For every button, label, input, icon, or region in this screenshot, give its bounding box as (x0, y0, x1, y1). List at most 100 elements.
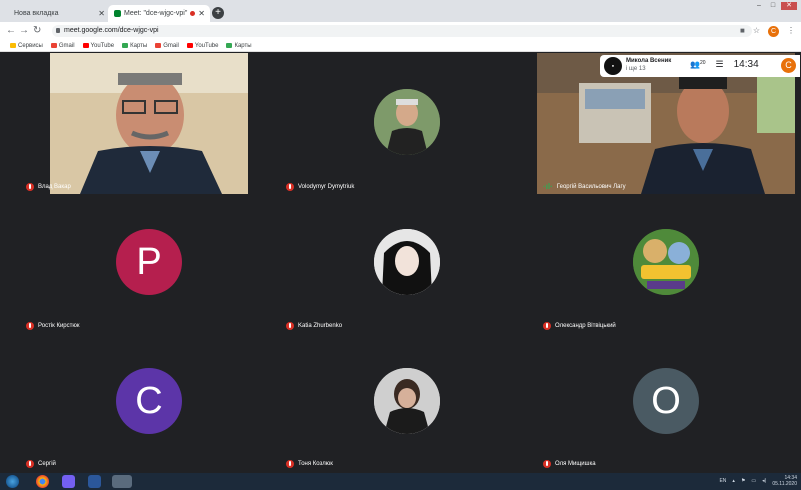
bookmark-label: YouTube (90, 42, 115, 49)
participant-tile[interactable]: Тоня Козлюк (280, 334, 534, 471)
tab-label: Meet: "dce-wjgc-vpi" (124, 10, 188, 17)
bookmark-label: Gmail (58, 42, 75, 49)
network-icon[interactable]: ▭ (751, 478, 756, 484)
chrome-active-icon[interactable] (112, 475, 132, 488)
mic-off-icon (26, 183, 34, 191)
mic-off-icon (26, 322, 34, 330)
participant-avatar (374, 368, 440, 434)
bookmark-youtube-2[interactable]: YouTube (186, 42, 219, 49)
bookmark-label: Карты (130, 42, 148, 49)
participants-button[interactable]: 👥20 (690, 60, 706, 69)
maps-icon (122, 43, 129, 48)
flag-icon[interactable]: ⚑ (741, 478, 745, 484)
tab-meet[interactable]: Meet: "dce-wjgc-vpi" ✕ (108, 5, 210, 22)
user-avatar[interactable]: C (781, 58, 796, 73)
speaking-icon: ·ıl· (543, 182, 553, 191)
bookmark-youtube[interactable]: YouTube (82, 42, 115, 49)
participant-video (20, 53, 278, 194)
participant-name: Katia Zhurbenko (286, 322, 342, 330)
window-close-icon[interactable]: ✕ (781, 2, 797, 10)
camera-icon[interactable]: ■ (740, 25, 745, 37)
star-icon[interactable]: ☆ (753, 25, 760, 37)
bookmark-label: YouTube (194, 42, 219, 49)
participant-label: Оля Мищишка (555, 461, 596, 467)
youtube-icon (186, 43, 193, 48)
participant-tile[interactable]: O Оля Мищишка (537, 334, 795, 471)
menu-icon[interactable]: ⋮ (787, 25, 795, 37)
profile-avatar[interactable]: C (768, 25, 779, 37)
system-tray: EN ▴ ⚑ ▭ ◂) 14:34 05.11.2020 (719, 475, 797, 487)
meet-logo-icon (114, 10, 121, 17)
new-tab-button[interactable]: + (212, 7, 224, 19)
back-icon[interactable]: ← (6, 24, 16, 38)
participant-label: Тоня Козлюк (298, 461, 333, 467)
presenter-subtitle: і ще 13 (626, 66, 646, 72)
participant-name: Volodymyr Dymytriuk (286, 183, 354, 191)
gmail-icon (155, 43, 162, 48)
participant-avatar (374, 89, 440, 155)
close-icon[interactable]: ✕ (198, 5, 205, 22)
participant-name: Сергій (26, 460, 56, 468)
mic-off-icon (26, 460, 34, 468)
lock-icon (56, 28, 60, 33)
participant-name: Оля Мищишка (543, 460, 596, 468)
bookmark-maps[interactable]: Карты (122, 43, 147, 49)
presenter-name: Микола Всеник (626, 58, 672, 64)
tab-label: Нова вкладка (14, 10, 59, 17)
browser-toolbar: ← → ↻ meet.google.com/dce-wjgc-vpi ■ ☆ C… (0, 22, 801, 40)
participant-label: Katia Zhurbenko (298, 323, 343, 329)
participant-tile[interactable]: Олександр Вітвіцький (537, 195, 795, 333)
participant-name: Олександр Вітвіцький (543, 322, 616, 330)
bookmark-services[interactable]: Сервисы (10, 43, 43, 49)
bookmark-label: Gmail (163, 42, 179, 49)
participant-name: Влад Вакар (26, 183, 71, 191)
language-indicator[interactable]: EN (719, 478, 726, 484)
meet-grid: Влад Вакар Volodymyr Dymytriuk ·ıl· Геор… (0, 53, 801, 472)
bookmark-maps-2[interactable]: Карты (226, 42, 252, 49)
participant-label: Георгій Васильович Лагу (556, 184, 626, 190)
close-icon[interactable]: ✕ (98, 5, 105, 22)
participant-label: Volodymyr Dymytriuk (298, 184, 355, 190)
apps-icon (10, 43, 16, 48)
meeting-info-bar: ● Микола Всеник і ще 13 👥20 ☰ 14:34 C (600, 55, 800, 77)
toolbar-actions: ■ ☆ C ⋮ (740, 25, 795, 37)
participant-initial-avatar: C (116, 368, 182, 434)
address-bar[interactable]: meet.google.com/dce-wjgc-vpi (52, 25, 752, 37)
taskbar-clock[interactable]: 14:34 05.11.2020 (772, 475, 797, 487)
participant-tile[interactable]: C Сергій (20, 334, 278, 471)
maps-icon (226, 43, 233, 48)
participant-label: Ростік Кирстюк (38, 323, 80, 329)
mic-off-icon (286, 322, 294, 330)
mic-off-icon (286, 460, 294, 468)
bookmark-gmail[interactable]: Gmail (50, 42, 75, 49)
minimize-icon[interactable]: – (753, 2, 765, 10)
bookmark-label: Карты (234, 42, 252, 49)
participant-name: Тоня Козлюк (286, 460, 333, 468)
mic-off-icon (543, 460, 551, 468)
tray-arrow-icon[interactable]: ▴ (732, 478, 735, 484)
forward-icon[interactable]: → (19, 24, 29, 38)
start-button[interactable] (6, 475, 19, 488)
volume-icon[interactable]: ◂) (762, 478, 766, 484)
tab-new[interactable]: Нова вкладка ✕ (6, 5, 110, 22)
reload-icon[interactable]: ↻ (33, 24, 41, 38)
gmail-icon (50, 43, 57, 48)
participant-label: Влад Вакар (38, 184, 71, 190)
mic-off-icon (286, 183, 294, 191)
bookmark-gmail-2[interactable]: Gmail (155, 43, 179, 49)
mic-off-icon (543, 322, 551, 330)
participant-tile[interactable]: Влад Вакар (20, 53, 278, 194)
viber-icon[interactable] (62, 475, 75, 488)
participant-name: Ростік Кирстюк (26, 322, 80, 330)
word-icon[interactable] (88, 475, 101, 488)
participant-tile[interactable]: Volodymyr Dymytriuk (280, 53, 534, 194)
participant-tile[interactable]: P Ростік Кирстюк (20, 195, 278, 333)
bookmarks-bar: Сервисы Gmail YouTube Карты Gmail YouTub… (0, 40, 801, 52)
chat-icon[interactable]: ☰ (716, 59, 724, 70)
participant-tile[interactable]: Katia Zhurbenko (280, 195, 534, 333)
maximize-icon[interactable]: □ (767, 2, 779, 10)
participants-count: 20 (699, 60, 706, 66)
meeting-clock: 14:34 (733, 59, 759, 70)
clock-date: 05.11.2020 (772, 481, 797, 487)
chrome-icon[interactable] (36, 475, 49, 488)
